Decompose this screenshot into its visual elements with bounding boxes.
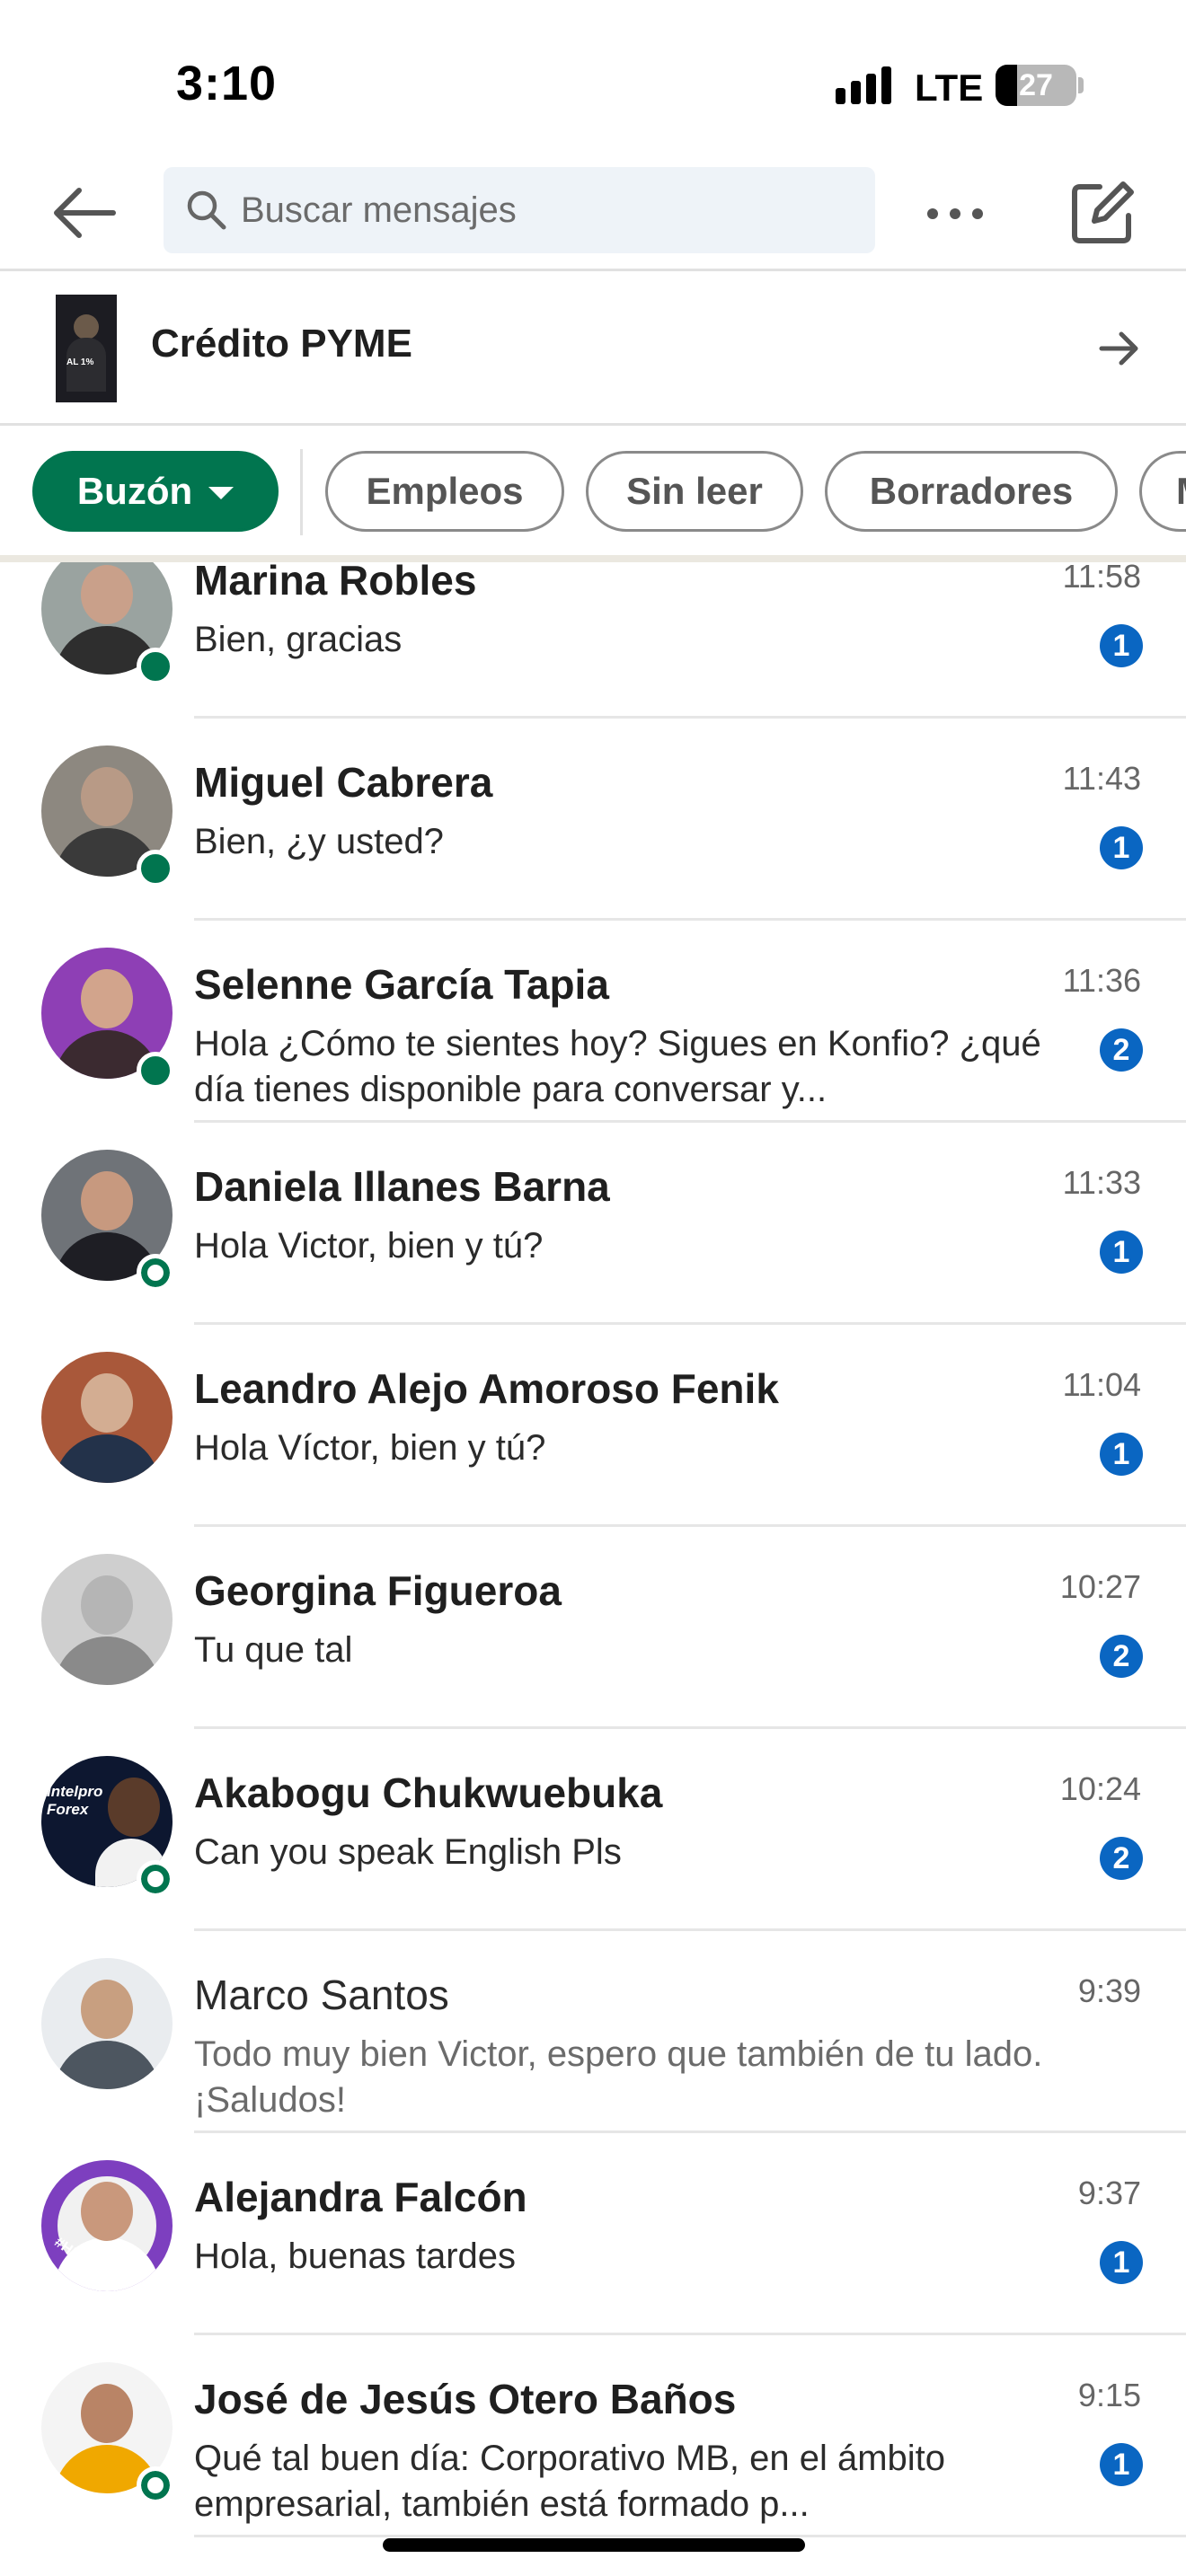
home-indicator[interactable] bbox=[383, 2538, 805, 2552]
more-options-button[interactable] bbox=[920, 185, 990, 239]
presence-indicator bbox=[137, 648, 174, 685]
unread-badge: 2 bbox=[1100, 1635, 1143, 1678]
status-bar: 3:10 LTE 27 bbox=[0, 0, 1186, 162]
message-snippet: Bien, gracias bbox=[194, 620, 403, 659]
message-time: 10:24 bbox=[1059, 1770, 1141, 1807]
unread-badge: 1 bbox=[1100, 2241, 1143, 2284]
conversation-list: Marina Robles Bien, gracias 11:58 1 Migu… bbox=[0, 562, 1186, 2576]
unread-badge: 2 bbox=[1100, 1837, 1143, 1880]
chip-borradores[interactable]: Borradores bbox=[825, 451, 1118, 532]
avatar bbox=[41, 1958, 173, 2089]
conversation-row[interactable]: José de Jesús Otero Baños Qué tal buen d… bbox=[0, 2335, 1186, 2537]
promo-title: Crédito PYME bbox=[151, 322, 412, 366]
chip-sin-leer[interactable]: Sin leer bbox=[586, 451, 803, 532]
filter-chips: Buzón Empleos Sin leer Borradores M bbox=[0, 426, 1186, 562]
chip-label: Buzón bbox=[76, 470, 193, 512]
presence-indicator bbox=[137, 1052, 174, 1090]
message-snippet: Hola Víctor, bien y tú? bbox=[194, 1428, 546, 1468]
conversation-row[interactable]: Daniela Illanes Barna Hola Victor, bien … bbox=[0, 1123, 1186, 1325]
avatar: #HIRING bbox=[41, 2160, 173, 2291]
chip-empleos[interactable]: Empleos bbox=[325, 451, 564, 532]
unread-badge: 1 bbox=[1100, 2443, 1143, 2486]
more-icon-dot bbox=[927, 208, 938, 219]
contact-name: Georgina Figueroa bbox=[194, 1567, 562, 1614]
more-icon-dot bbox=[950, 208, 960, 219]
back-arrow-icon bbox=[54, 188, 116, 238]
promo-person-head bbox=[74, 314, 99, 340]
unread-badge: 1 bbox=[1100, 1231, 1143, 1274]
message-time: 11:43 bbox=[1062, 760, 1141, 797]
promo-thumbnail: AL 1% bbox=[56, 295, 117, 402]
contact-name: Leandro Alejo Amoroso Fenik bbox=[194, 1365, 779, 1412]
presence-indicator bbox=[137, 850, 174, 887]
unread-badge: 1 bbox=[1100, 624, 1143, 667]
battery-tip bbox=[1078, 77, 1084, 93]
conversation-row[interactable]: Georgina Figueroa Tu que tal 10:27 2 bbox=[0, 1527, 1186, 1729]
chip-divider bbox=[300, 449, 303, 535]
promo-thumb-text: AL 1% bbox=[66, 357, 94, 367]
contact-name: Daniela Illanes Barna bbox=[194, 1163, 610, 1210]
message-snippet: Hola, buenas tardes bbox=[194, 2236, 517, 2276]
compose-button[interactable] bbox=[1067, 176, 1139, 248]
chip-buzon[interactable]: Buzón bbox=[32, 451, 279, 532]
message-snippet: Todo muy bien Victor, espero que también… bbox=[194, 2034, 1043, 2120]
unread-badge: 1 bbox=[1100, 826, 1143, 869]
message-snippet: Hola Victor, bien y tú? bbox=[194, 1226, 544, 1266]
conversation-row[interactable]: Intelpro Forex Akabogu Chukwuebuka Can y… bbox=[0, 1729, 1186, 1931]
message-time: 10:27 bbox=[1059, 1568, 1141, 1605]
back-button[interactable] bbox=[49, 181, 120, 244]
message-time: 9:15 bbox=[1077, 2377, 1141, 2413]
compose-icon bbox=[1072, 181, 1134, 243]
contact-name: José de Jesús Otero Baños bbox=[194, 2376, 737, 2422]
message-snippet: Hola ¿Cómo te sientes hoy? Sigues en Kon… bbox=[194, 1024, 1041, 1109]
search-icon bbox=[187, 190, 226, 230]
presence-indicator bbox=[137, 1254, 174, 1292]
signal-icon bbox=[836, 66, 898, 104]
message-snippet: Tu que tal bbox=[194, 1630, 353, 1670]
avatar-text: Intelpro Forex bbox=[47, 1783, 103, 1818]
messaging-header bbox=[0, 162, 1186, 271]
contact-name: Alejandra Falcón bbox=[194, 2174, 527, 2220]
conversation-row[interactable]: Miguel Cabrera Bien, ¿y usted? 11:43 1 bbox=[0, 719, 1186, 921]
contact-name: Marco Santos bbox=[194, 1972, 449, 2018]
message-time: 9:37 bbox=[1077, 2175, 1141, 2211]
network-type: LTE bbox=[915, 66, 984, 109]
more-icon-dot bbox=[972, 208, 983, 219]
conversation-row[interactable]: Marina Robles Bien, gracias 11:58 1 bbox=[0, 562, 1186, 719]
message-time: 11:36 bbox=[1062, 962, 1141, 999]
conversation-row[interactable]: Selenne García Tapia Hola ¿Cómo te sient… bbox=[0, 921, 1186, 1123]
message-time: 9:39 bbox=[1077, 1972, 1141, 2009]
message-snippet: Bien, ¿y usted? bbox=[194, 822, 444, 861]
message-time: 11:04 bbox=[1062, 1366, 1141, 1403]
unread-badge: 2 bbox=[1100, 1028, 1143, 1072]
status-time: 3:10 bbox=[176, 57, 278, 110]
search-bar[interactable] bbox=[164, 167, 875, 253]
unread-badge: 1 bbox=[1100, 1433, 1143, 1476]
presence-indicator bbox=[137, 2466, 174, 2504]
conversation-row[interactable]: Marco Santos Todo muy bien Victor, esper… bbox=[0, 1931, 1186, 2133]
caret-down-icon bbox=[208, 487, 235, 499]
message-time: 11:33 bbox=[1062, 1164, 1141, 1201]
avatar bbox=[41, 1352, 173, 1483]
message-snippet: Qué tal buen día: Corporativo MB, en el … bbox=[194, 2439, 946, 2524]
battery-level: 27 bbox=[1019, 68, 1053, 102]
contact-name: Selenne García Tapia bbox=[194, 961, 609, 1008]
row-divider bbox=[194, 2535, 1186, 2537]
avatar bbox=[41, 1554, 173, 1685]
search-input[interactable] bbox=[241, 167, 852, 253]
presence-indicator bbox=[137, 1860, 174, 1898]
conversation-row[interactable]: #HIRING Alejandra Falcón Hola, buenas ta… bbox=[0, 2133, 1186, 2335]
arrow-right-icon bbox=[1099, 331, 1138, 366]
promo-banner[interactable]: AL 1% Crédito PYME bbox=[0, 271, 1186, 426]
contact-name: Marina Robles bbox=[194, 562, 477, 604]
chip-more[interactable]: M bbox=[1139, 451, 1186, 532]
battery-icon: 27 bbox=[996, 65, 1076, 106]
contact-name: Miguel Cabrera bbox=[194, 759, 493, 806]
message-time: 11:58 bbox=[1062, 562, 1141, 595]
conversation-row[interactable]: Leandro Alejo Amoroso Fenik Hola Víctor,… bbox=[0, 1325, 1186, 1527]
message-snippet: Can you speak English Pls bbox=[194, 1832, 622, 1872]
contact-name: Akabogu Chukwuebuka bbox=[194, 1769, 663, 1816]
